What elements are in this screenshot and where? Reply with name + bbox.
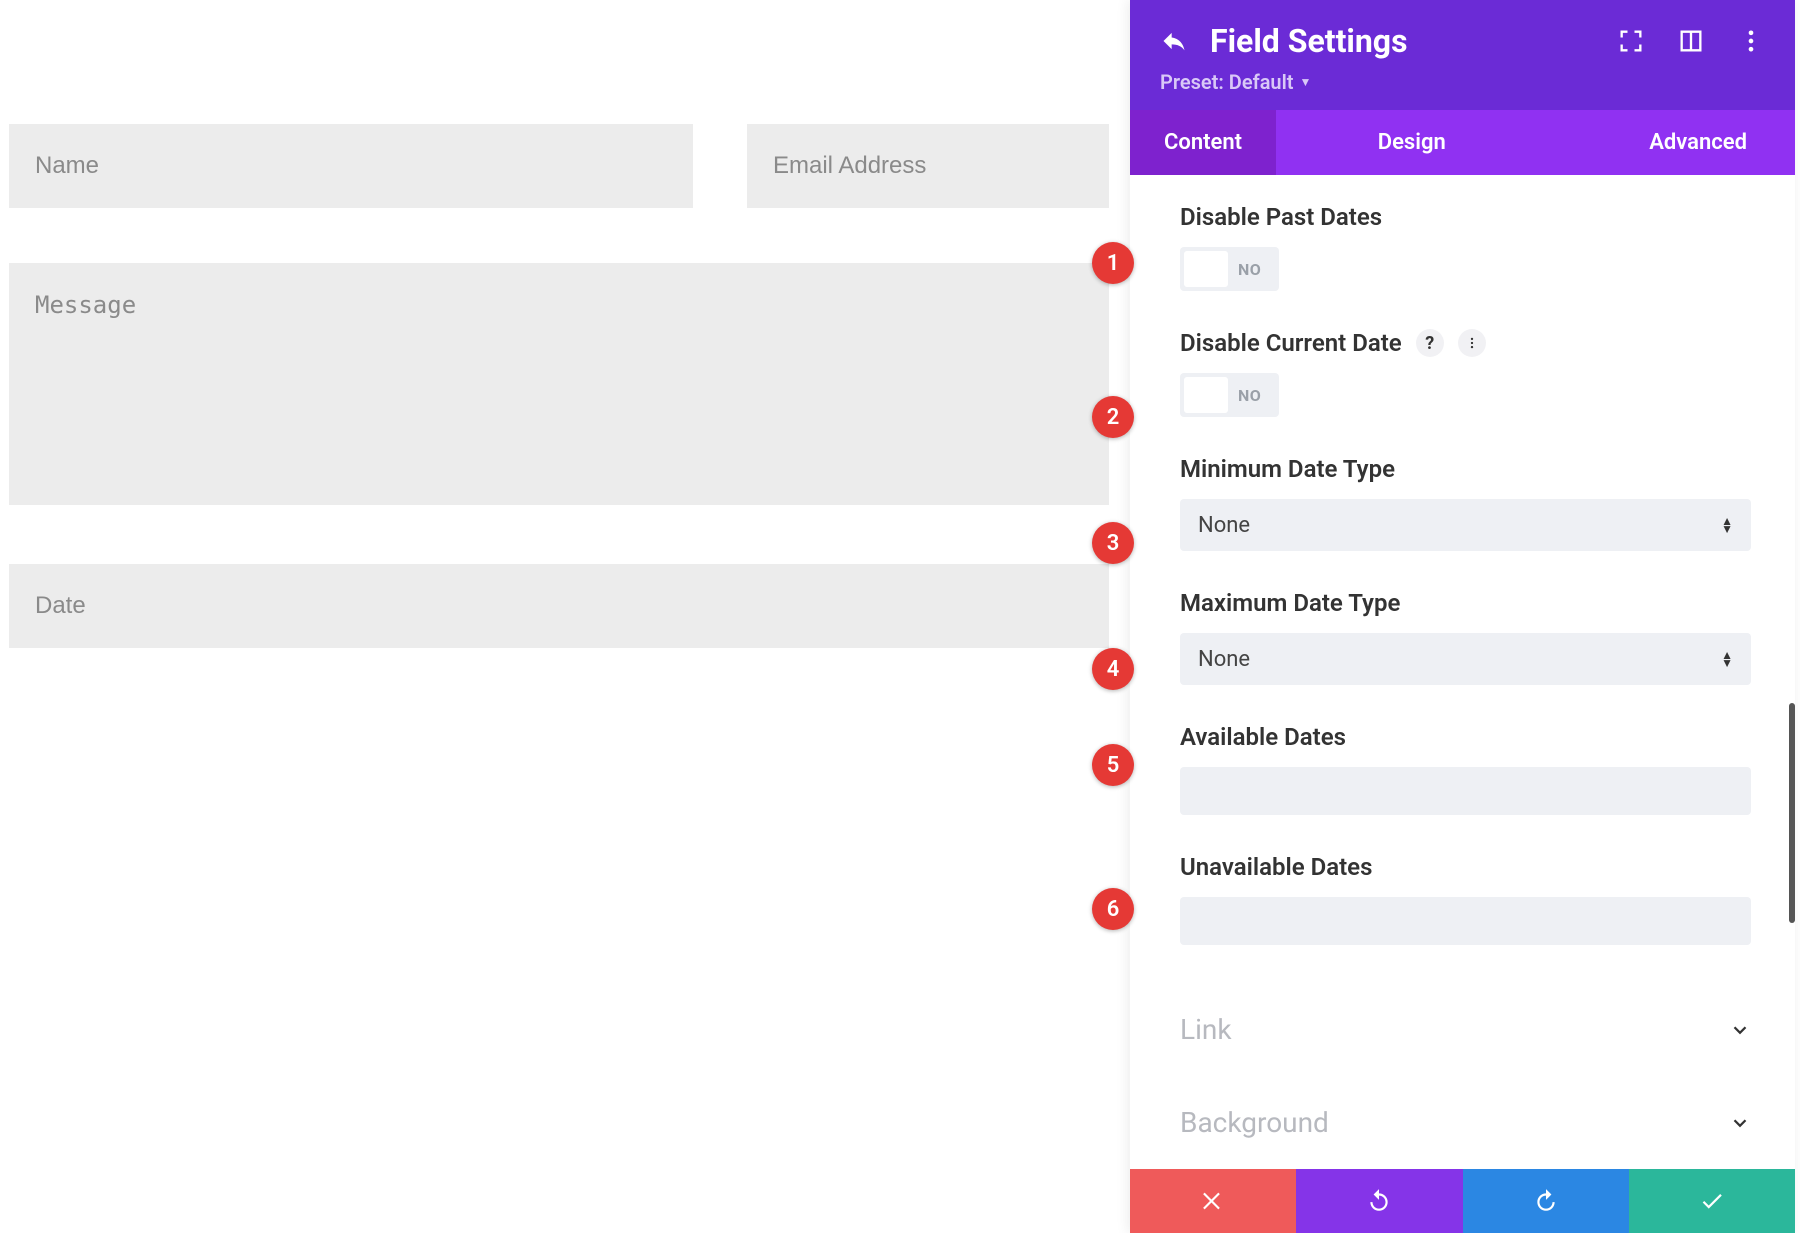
undo-button[interactable]: [1296, 1169, 1462, 1233]
message-textarea[interactable]: [9, 263, 1109, 505]
section-label: Link: [1180, 1013, 1232, 1046]
expand-icon[interactable]: [1617, 27, 1645, 55]
setting-disable-current-date: Disable Current Date ? NO: [1180, 329, 1751, 417]
back-arrow-icon[interactable]: [1160, 27, 1188, 55]
panel-body: Disable Past Dates NO Disable Current Da…: [1130, 175, 1795, 1169]
setting-label: Disable Past Dates: [1180, 203, 1751, 231]
setting-label: Unavailable Dates: [1180, 853, 1751, 881]
tab-advanced[interactable]: Advanced: [1615, 110, 1795, 175]
preset-label: Preset: Default: [1160, 70, 1294, 94]
setting-minimum-date-type: Minimum Date Type None ▲▼: [1180, 455, 1751, 551]
scrollbar-thumb[interactable]: [1789, 703, 1795, 923]
redo-button[interactable]: [1463, 1169, 1629, 1233]
column-layout-icon[interactable]: [1677, 27, 1705, 55]
toggle-value: NO: [1238, 386, 1275, 405]
form-preview: [9, 124, 1109, 648]
redo-icon: [1533, 1188, 1559, 1214]
label-text: Disable Current Date: [1180, 329, 1402, 357]
annotation-badge-4: 4: [1092, 648, 1134, 690]
tab-design[interactable]: Design: [1344, 110, 1480, 175]
annotation-badge-6: 6: [1092, 888, 1134, 930]
setting-label: Maximum Date Type: [1180, 589, 1751, 617]
select-maximum-date-type[interactable]: None ▲▼: [1180, 633, 1751, 685]
section-label: Background: [1180, 1106, 1329, 1139]
date-input[interactable]: [9, 564, 1109, 648]
toggle-knob: [1184, 377, 1228, 413]
select-arrows-icon: ▲▼: [1721, 517, 1733, 533]
setting-disable-past-dates: Disable Past Dates NO: [1180, 203, 1751, 291]
section-link[interactable]: Link: [1180, 983, 1751, 1076]
email-input[interactable]: [747, 124, 1109, 208]
save-button[interactable]: [1629, 1169, 1795, 1233]
options-dots-icon[interactable]: [1458, 329, 1486, 357]
caret-down-icon: ▼: [1300, 75, 1312, 89]
page-root: 1 2 3 4 5 6 Field Settings Preset: Defau…: [0, 0, 1800, 1233]
preset-selector[interactable]: Preset: Default ▼: [1160, 70, 1311, 94]
select-minimum-date-type[interactable]: None ▲▼: [1180, 499, 1751, 551]
select-value: None: [1198, 647, 1250, 672]
name-input[interactable]: [9, 124, 693, 208]
chevron-down-icon: [1729, 1112, 1751, 1134]
input-unavailable-dates[interactable]: [1180, 897, 1751, 945]
settings-panel: Field Settings Preset: Default ▼ Content…: [1130, 0, 1795, 1233]
panel-footer: [1130, 1169, 1795, 1233]
toggle-knob: [1184, 251, 1228, 287]
setting-label: Disable Current Date ?: [1180, 329, 1751, 357]
toggle-disable-current-date[interactable]: NO: [1180, 373, 1279, 417]
chevron-down-icon: [1729, 1019, 1751, 1041]
setting-available-dates: Available Dates: [1180, 723, 1751, 815]
help-icon[interactable]: ?: [1416, 329, 1444, 357]
setting-label: Minimum Date Type: [1180, 455, 1751, 483]
setting-unavailable-dates: Unavailable Dates: [1180, 853, 1751, 945]
toggle-value: NO: [1238, 260, 1275, 279]
panel-title: Field Settings: [1210, 22, 1595, 60]
form-row-1: [9, 124, 1109, 208]
annotation-badge-2: 2: [1092, 396, 1134, 438]
check-icon: [1699, 1188, 1725, 1214]
annotation-badge-1: 1: [1092, 242, 1134, 284]
setting-label: Available Dates: [1180, 723, 1751, 751]
panel-header: Field Settings Preset: Default ▼: [1130, 0, 1795, 110]
undo-icon: [1366, 1188, 1392, 1214]
select-arrows-icon: ▲▼: [1721, 651, 1733, 667]
cancel-button[interactable]: [1130, 1169, 1296, 1233]
section-background[interactable]: Background: [1180, 1076, 1751, 1169]
tab-content[interactable]: Content: [1130, 110, 1276, 175]
setting-maximum-date-type: Maximum Date Type None ▲▼: [1180, 589, 1751, 685]
kebab-menu-icon[interactable]: [1737, 27, 1765, 55]
toggle-disable-past-dates[interactable]: NO: [1180, 247, 1279, 291]
select-value: None: [1198, 513, 1250, 538]
panel-tabs: Content Design Advanced: [1130, 110, 1795, 175]
input-available-dates[interactable]: [1180, 767, 1751, 815]
annotation-badge-3: 3: [1092, 522, 1134, 564]
close-icon: [1200, 1188, 1226, 1214]
header-icons: [1617, 27, 1765, 55]
panel-title-row: Field Settings: [1160, 22, 1765, 60]
annotation-badge-5: 5: [1092, 744, 1134, 786]
